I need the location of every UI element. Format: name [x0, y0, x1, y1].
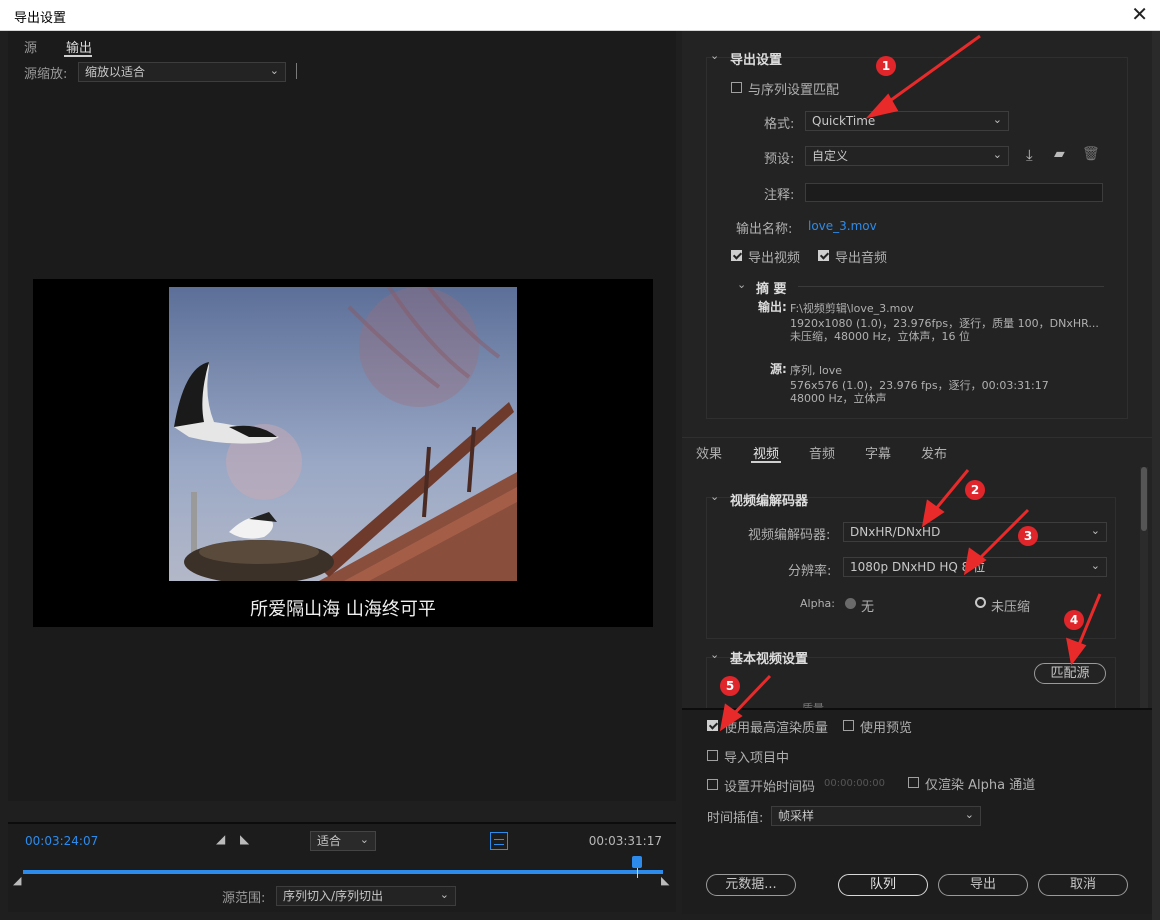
annotation-badge-3: 3 — [1018, 526, 1038, 546]
annotation-arrowhead — [1066, 637, 1087, 666]
annotation-overlay — [719, 34, 1102, 732]
annotation-arrow — [879, 34, 981, 110]
annotation-badge-1: 1 — [876, 56, 896, 76]
annotation-badge-5: 5 — [720, 676, 740, 696]
annotation-arrowhead — [963, 547, 987, 576]
annotation-badge-4: 4 — [1064, 610, 1084, 630]
annotation-badge-2: 2 — [965, 480, 985, 500]
